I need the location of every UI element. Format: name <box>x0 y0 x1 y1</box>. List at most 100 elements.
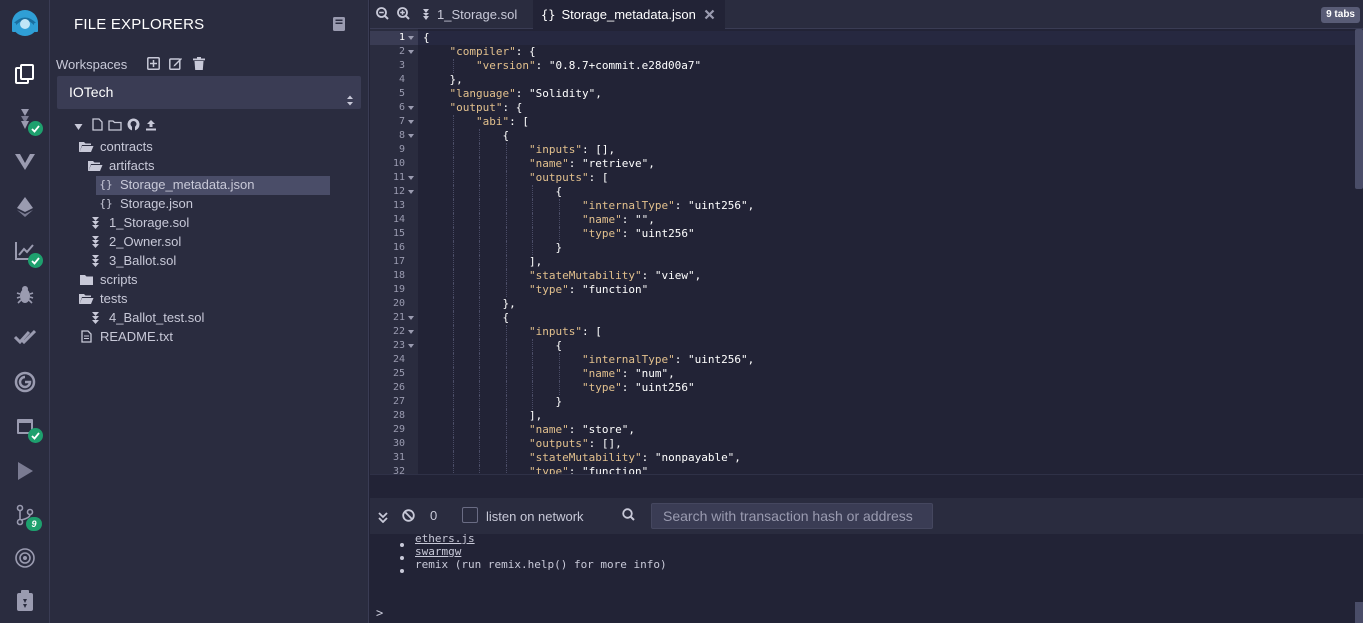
code-text: : "Solidity", <box>515 87 602 100</box>
file-tree-item[interactable]: artifacts <box>87 156 155 175</box>
documentation-icon[interactable] <box>333 17 345 36</box>
tab-storage-metadata-json[interactable]: {} Storage_metadata.json <box>533 0 725 29</box>
workspace-selected-value: IOTech <box>69 84 114 100</box>
json-file-icon: {} <box>99 197 113 210</box>
line-number[interactable]: 1 <box>370 31 418 45</box>
indent-guide <box>505 423 507 437</box>
terminal-link-ethers[interactable]: ethers.js <box>415 532 475 545</box>
file-tree-item[interactable]: 2_Owner.sol <box>87 232 181 251</box>
workspace-select[interactable]: IOTech <box>57 76 361 109</box>
tabs-count-badge[interactable]: 9 tabs <box>1321 7 1360 23</box>
indent-guide <box>479 213 480 227</box>
indent-guide <box>479 311 480 325</box>
git-icon[interactable]: 9 <box>0 495 50 535</box>
file-tree-item[interactable]: {} Storage.json <box>98 194 193 213</box>
workspace-root <box>74 118 157 136</box>
indent-guide <box>479 171 480 185</box>
file-tree-item[interactable]: {} Storage_metadata.json <box>98 175 254 194</box>
new-folder-icon[interactable] <box>108 118 122 136</box>
code-line: { <box>503 129 510 143</box>
editor-scrollbar[interactable] <box>1355 29 1363 189</box>
file-explorer-panel: FILE EXPLORERS Workspaces IOTech contrac… <box>50 0 369 623</box>
terminal-scrollbar[interactable] <box>1355 602 1363 623</box>
file-tree-item[interactable]: 4_Ballot_test.sol <box>87 308 204 327</box>
collapse-terminal-icon[interactable] <box>378 510 388 528</box>
listen-on-network-checkbox[interactable] <box>462 507 478 523</box>
line-number[interactable]: 2 <box>370 45 418 59</box>
zoom-in-icon[interactable] <box>397 7 410 25</box>
file-tree-label: contracts <box>100 139 153 154</box>
code-editor[interactable]: 1 2 3 4 5 6 7 8 9 10 11 12 13 14 15 16 17 18 19 20 21 22 23 24 2… <box>370 29 1363 474</box>
terminal-toolbar: 0 listen on network <box>370 498 1363 534</box>
indent-guide <box>479 451 480 465</box>
line-number[interactable]: 11 <box>370 171 418 185</box>
delete-workspace-icon[interactable] <box>193 57 205 75</box>
file-tree-item[interactable]: README.txt <box>78 327 173 346</box>
new-file-icon[interactable] <box>92 118 103 136</box>
json-key: "internalType" <box>582 199 675 212</box>
unit-testing-icon[interactable] <box>0 318 50 358</box>
indent-guide <box>558 199 560 213</box>
code-line: "outputs": [], <box>529 437 622 451</box>
calendar-plugin-icon[interactable] <box>0 406 50 446</box>
indent-guide <box>479 395 480 409</box>
json-key: "type" <box>582 381 622 394</box>
line-number[interactable]: 7 <box>370 115 418 129</box>
line-number[interactable]: 22 <box>370 325 418 339</box>
vyper-icon[interactable] <box>0 142 50 182</box>
github-icon[interactable] <box>127 118 140 136</box>
editor-terminal-divider[interactable] <box>370 474 1363 498</box>
code-text: { <box>555 339 563 352</box>
file-tree-item[interactable]: 1_Storage.sol <box>87 213 189 232</box>
file-tree-item[interactable]: scripts <box>78 270 138 289</box>
zoom-out-icon[interactable] <box>376 7 389 25</box>
line-number[interactable]: 8 <box>370 129 418 143</box>
rename-workspace-icon[interactable] <box>169 57 183 75</box>
solidity-compiler-icon[interactable] <box>0 99 50 139</box>
line-number[interactable]: 21 <box>370 311 418 325</box>
analytics-icon[interactable] <box>0 231 50 271</box>
close-tab-icon[interactable] <box>704 9 715 20</box>
solidity-file-icon <box>87 254 103 268</box>
json-key: "internalType" <box>582 353 675 366</box>
code-text: : [ <box>581 325 602 338</box>
terminal-link-swarmgw[interactable]: swarmgw <box>415 545 461 558</box>
code-line: "inputs": [], <box>529 143 615 157</box>
caret-down-icon[interactable] <box>74 118 83 136</box>
debugger-icon[interactable] <box>0 275 50 315</box>
line-number[interactable]: 6 <box>370 101 418 115</box>
file-explorer-icon[interactable] <box>0 54 50 94</box>
indent-guide <box>452 213 454 227</box>
plugin-target-icon[interactable] <box>0 538 50 578</box>
json-key: "name" <box>529 423 569 436</box>
plugin-manager-icon[interactable] <box>0 581 50 621</box>
upload-icon[interactable] <box>145 118 157 136</box>
code-line: "type": "uint256" <box>582 227 695 241</box>
indent-guide <box>479 157 480 171</box>
json-key: "inputs" <box>529 325 582 338</box>
clear-console-icon[interactable] <box>402 509 415 527</box>
line-number: 14 <box>392 214 405 225</box>
folder-icon <box>78 273 94 287</box>
transaction-search-input[interactable] <box>651 503 933 529</box>
indent-guide <box>479 409 480 423</box>
deploy-run-icon[interactable] <box>0 187 50 227</box>
code-line: ], <box>529 255 542 269</box>
file-tree-item[interactable]: contracts <box>78 137 153 156</box>
indent-guide <box>505 451 507 465</box>
line-number[interactable]: 12 <box>370 185 418 199</box>
play-icon[interactable] <box>0 451 50 491</box>
file-tree-item[interactable]: 3_Ballot.sol <box>87 251 176 270</box>
tab-1-storage-sol[interactable]: 1_Storage.sol <box>418 0 528 29</box>
editor-area: 1_Storage.sol {} Storage_metadata.json 9… <box>370 0 1363 623</box>
line-number: 25 <box>392 368 405 379</box>
remix-logo-icon[interactable] <box>0 4 50 44</box>
terminal-prompt[interactable]: > <box>376 606 383 620</box>
json-key: "name" <box>529 157 569 170</box>
plugin-g-icon[interactable] <box>0 362 50 402</box>
file-tree-item[interactable]: tests <box>78 289 127 308</box>
indent-guide <box>452 395 454 409</box>
line-number[interactable]: 23 <box>370 339 418 353</box>
create-workspace-icon[interactable] <box>147 57 160 75</box>
code-line: "stateMutability": "nonpayable", <box>529 451 741 465</box>
